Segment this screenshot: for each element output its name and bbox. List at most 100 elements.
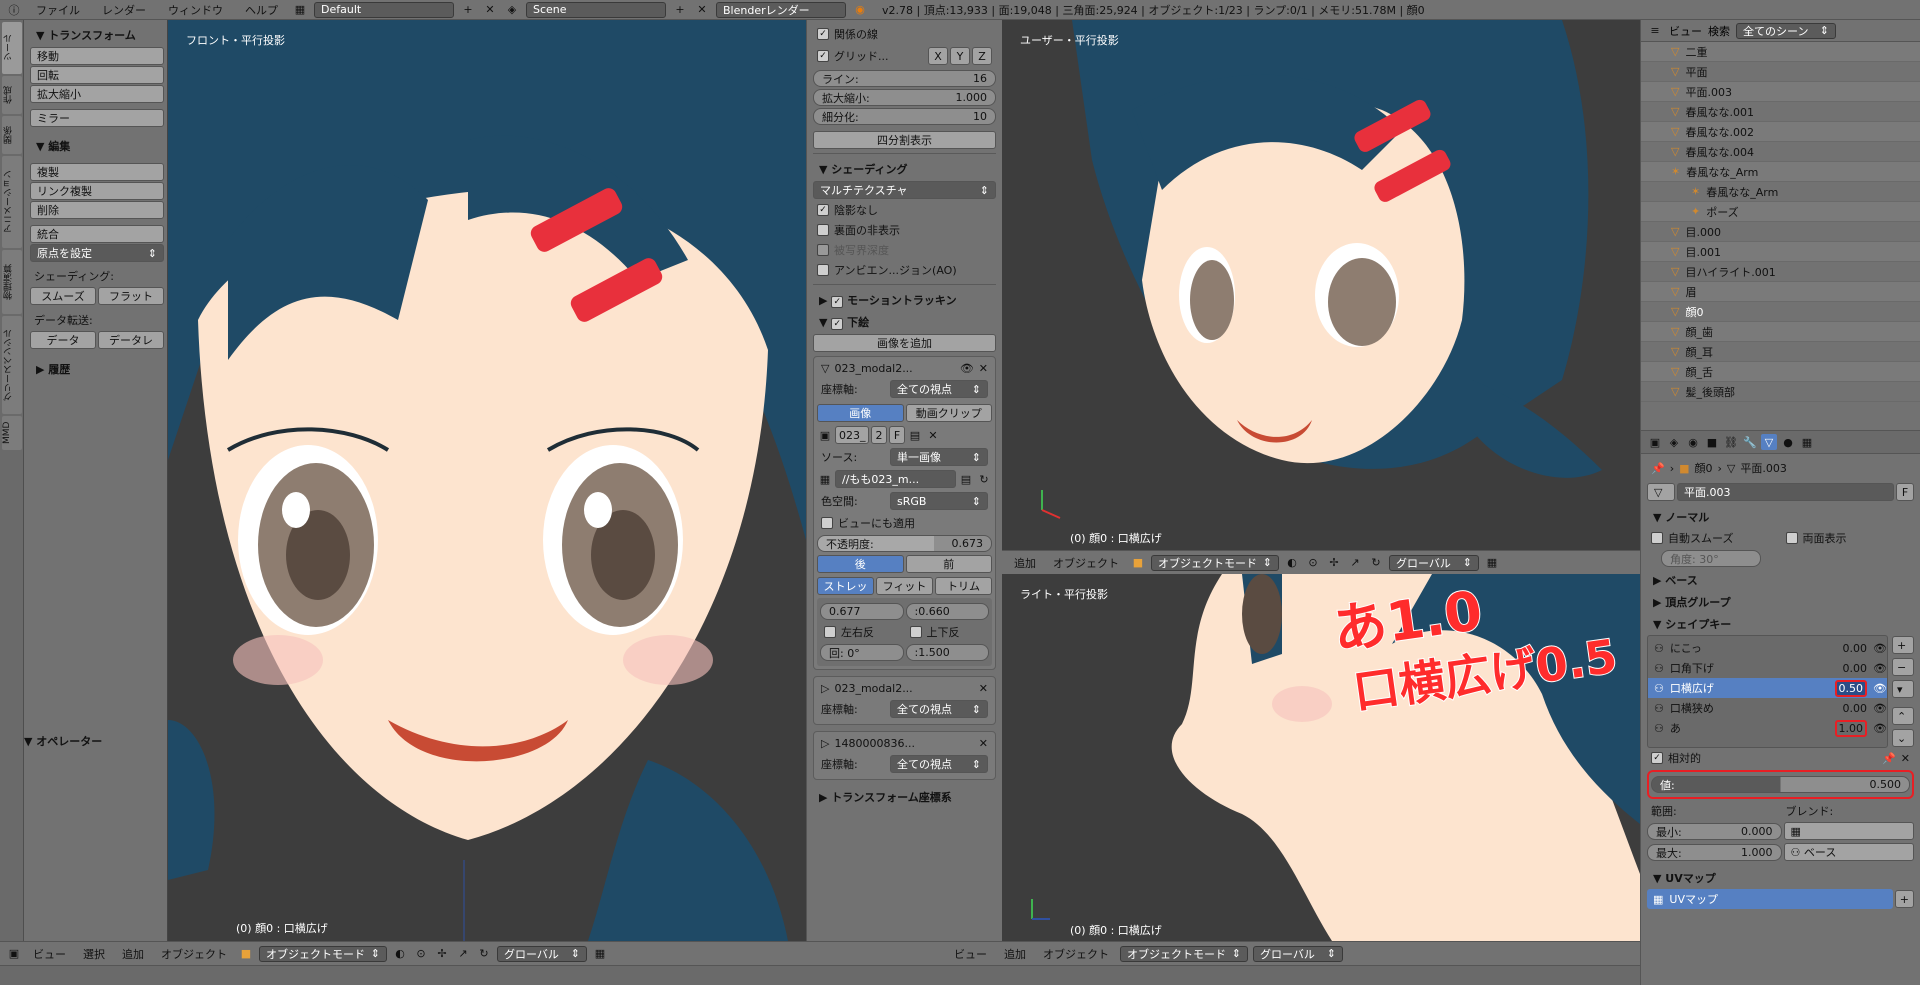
outliner-menu-view[interactable]: ビュー <box>1669 23 1702 39</box>
grid-floor-checkbox[interactable]: ✓ グリッド... X Y Z <box>813 44 996 68</box>
translate-button[interactable]: 移動 <box>30 47 164 65</box>
list-item[interactable]: ▽ 春風なな.002 <box>1641 122 1920 142</box>
shape-key-value[interactable]: 0.00 <box>1843 702 1868 715</box>
history-panel-header[interactable]: ▶ 履歴 <box>30 358 164 380</box>
edit-panel-header[interactable]: ▼ 編集 <box>30 135 164 157</box>
eye-icon[interactable]: 👁 <box>1873 642 1887 655</box>
close-scene-icon[interactable]: ✕ <box>694 2 710 18</box>
scene-select[interactable]: Scene <box>526 1 666 18</box>
slider-max-field[interactable]: 最大: 1.000 <box>1647 844 1782 861</box>
auto-smooth-angle[interactable]: 角度: 30° <box>1661 550 1761 567</box>
menu-window[interactable]: ウィンドウ <box>160 2 231 18</box>
rotate-button[interactable]: 回転 <box>30 66 164 84</box>
ao-checkbox[interactable]: アンビエン...ジョン(AO) <box>813 260 996 280</box>
background-images-header[interactable]: ▼ ✓ 下絵 <box>813 311 996 333</box>
colorspace-dropdown[interactable]: sRGB ⇕ <box>890 492 988 510</box>
list-item[interactable]: ▽ 顔_耳 <box>1641 342 1920 362</box>
duplicate-linked-button[interactable]: リンク複製 <box>30 182 164 200</box>
shadeless-checkbox[interactable]: ✓ 陰影なし <box>813 200 996 220</box>
tab-create[interactable]: 作成 <box>2 76 22 114</box>
scene-tab-icon[interactable]: ◈ <box>1666 434 1682 450</box>
image-source-tab[interactable]: 画像 <box>817 404 904 422</box>
bg-image-2-header[interactable]: ▷ 023_modal2... ✕ <box>817 680 992 697</box>
filepath-field[interactable]: //もも023_m... <box>835 470 956 488</box>
tab-grease-pencil[interactable]: グリースペンシル <box>2 316 22 414</box>
flip-y-checkbox[interactable]: 上下反 <box>906 622 990 642</box>
list-item[interactable]: ▽ 春風なな.001 <box>1641 102 1920 122</box>
uv-map-row[interactable]: ▦ UVマップ <box>1647 889 1893 909</box>
eye-icon[interactable]: 👁 <box>960 362 974 375</box>
list-item[interactable]: ▽ 顔0 <box>1641 302 1920 322</box>
layers-icon[interactable]: ▦ <box>592 946 608 962</box>
footer-mode-dropdown[interactable]: オブジェクトモード ⇕ <box>259 945 387 962</box>
right-viewport[interactable]: ライト・平行投影 (0) 顔0 : 口横広げ あ1.0 口横広げ0.5 <box>1002 574 1640 941</box>
shape-key-row[interactable]: ⚇ 口角下げ 0.00 👁 <box>1648 658 1887 678</box>
constraints-tab-icon[interactable]: ⛓ <box>1723 434 1739 450</box>
footer2-menu-object[interactable]: オブジェクト <box>1037 946 1115 962</box>
crop-toggle[interactable]: トリム <box>935 577 992 595</box>
movie-clip-tab[interactable]: 動画クリップ <box>905 404 992 422</box>
slider-min-field[interactable]: 最小: 0.000 <box>1647 823 1782 840</box>
footer2-mode-dropdown[interactable]: オブジェクトモード ⇕ <box>1120 945 1248 962</box>
outliner-display-dropdown[interactable]: 全てのシーン ⇕ <box>1736 22 1836 39</box>
reload-icon[interactable]: ↻ <box>976 471 992 487</box>
list-item[interactable]: ▽ 平面.003 <box>1641 82 1920 102</box>
texture-space-header[interactable]: ▶ ベース <box>1647 569 1914 591</box>
operator-panel-header[interactable]: ▼ オペレーター <box>18 730 108 752</box>
tab-tools[interactable]: ツール <box>2 22 22 74</box>
folder-icon[interactable]: ▤ <box>907 427 923 443</box>
shape-key-value[interactable]: 0.00 <box>1843 662 1868 675</box>
manipulator-icon[interactable]: ✢ <box>1326 555 1342 571</box>
shape-keys-header[interactable]: ▼ シェイプキー <box>1647 613 1914 635</box>
tab-animation[interactable]: アニメーション <box>2 156 22 248</box>
mode-dropdown[interactable]: オブジェクトモード ⇕ <box>1151 554 1279 571</box>
bg-image-1-header[interactable]: ▽ 023_modal2... 👁 ✕ <box>817 360 992 377</box>
mesh-data-tab-icon[interactable]: ▽ <box>1761 434 1777 450</box>
transform-panel-header[interactable]: ▼ トランスフォーム <box>30 24 164 46</box>
bg-image-3-header[interactable]: ▷ 1480000836... ✕ <box>817 735 992 752</box>
render-tab-icon[interactable]: ▣ <box>1647 434 1663 450</box>
list-item[interactable]: ▽ 平面 <box>1641 62 1920 82</box>
axis-x-toggle[interactable]: X <box>928 47 948 65</box>
eye-icon[interactable]: 👁 <box>1873 682 1887 695</box>
double-sided-checkbox[interactable]: 両面表示 <box>1782 528 1915 548</box>
auto-smooth-checkbox[interactable]: 自動スムーズ <box>1647 528 1780 548</box>
axis-z-toggle[interactable]: Z <box>972 47 992 65</box>
dof-checkbox[interactable]: 被写界深度 <box>813 240 996 260</box>
mesh-fake-user[interactable]: F <box>1896 483 1914 501</box>
layers-icon[interactable]: ▦ <box>1484 555 1500 571</box>
uv-maps-header[interactable]: ▼ UVマップ <box>1647 867 1914 889</box>
list-item[interactable]: ▽ 目ハイライト.001 <box>1641 262 1920 282</box>
outliner-menu-search[interactable]: 検索 <box>1708 23 1730 39</box>
flat-button[interactable]: フラット <box>98 287 164 305</box>
shape-key-menu-icon[interactable]: ▾ <box>1892 680 1914 698</box>
remove-shape-key-icon[interactable]: − <box>1892 658 1914 676</box>
outliner-icon[interactable]: ≡ <box>1647 23 1663 39</box>
relation-lines-checkbox[interactable]: ✓ 関係の線 <box>813 24 996 44</box>
mesh-browse-icon[interactable]: ▽ <box>1647 483 1675 501</box>
relative-key-field[interactable]: ⚇ ベース <box>1783 843 1914 861</box>
texture-tab-icon[interactable]: ▦ <box>1799 434 1815 450</box>
normals-panel-header[interactable]: ▼ ノーマル <box>1647 506 1914 528</box>
motion-tracking-header[interactable]: ▶ ✓ モーショントラッキン <box>813 289 996 311</box>
add-shape-key-icon[interactable]: + <box>1892 636 1914 654</box>
offset-x-field[interactable]: 0.677 <box>820 603 904 620</box>
shape-key-row[interactable]: ⚇ 口横狭め 0.00 👁 <box>1648 698 1887 718</box>
list-item[interactable]: ▽ 目.000 <box>1641 222 1920 242</box>
menu-help[interactable]: ヘルプ <box>237 2 286 18</box>
delete-button[interactable]: 削除 <box>30 201 164 219</box>
eye-icon[interactable]: 👁 <box>1873 662 1887 675</box>
shape-key-row[interactable]: ⚇ あ 1.00 👁 <box>1648 718 1887 738</box>
data-layout-button[interactable]: データレ <box>98 331 164 349</box>
add-image-button[interactable]: 画像を追加 <box>813 334 996 352</box>
list-item[interactable]: ✶ 春風なな_Arm <box>1641 162 1920 182</box>
checkbox-icon[interactable]: ✓ <box>831 318 844 330</box>
scale-button[interactable]: 拡大縮小 <box>30 85 164 103</box>
material-tab-icon[interactable]: ● <box>1780 434 1796 450</box>
add-scene-icon[interactable]: + <box>672 2 688 18</box>
bg1-axis-dropdown[interactable]: 全ての視点 ⇕ <box>890 380 988 398</box>
shape-value-slider[interactable]: 値: 0.500 <box>1651 776 1910 793</box>
pin-icon[interactable]: 📌 <box>1651 462 1665 475</box>
layout-select[interactable]: Default <box>314 1 454 18</box>
fit-toggle[interactable]: フィット <box>876 577 933 595</box>
